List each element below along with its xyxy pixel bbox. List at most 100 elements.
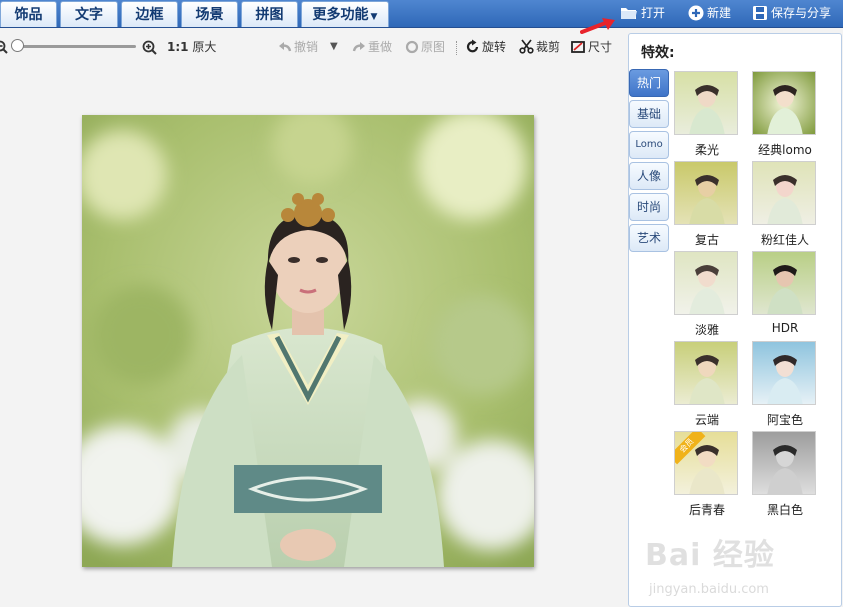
category-lomo[interactable]: Lomo (629, 131, 669, 159)
effect-label: 后青春 (688, 503, 725, 517)
new-button[interactable]: 新建 (688, 0, 731, 28)
effect-thumbnail (674, 161, 738, 225)
category-basic[interactable]: 基础 (629, 100, 669, 128)
panel-title: 特效: (641, 45, 675, 61)
effect-elegant[interactable]: 淡雅 (674, 251, 740, 338)
edit-toolbar: 1:1 原大 撤销 ▼ 重做 原图 旋转 裁剪 尺寸 (0, 33, 620, 61)
effect-black-white[interactable]: 黑白色 (752, 431, 818, 518)
effects-panel: 特效: 热门 基础 Lomo 人像 时尚 艺术 柔光 经典lomo 复古 粉红佳… (628, 33, 842, 607)
chevron-down-icon: ▼ (370, 12, 378, 22)
tab-decorations[interactable]: 饰品 (0, 1, 57, 27)
edited-photo[interactable] (82, 115, 534, 567)
resize-button[interactable]: 尺寸 (571, 33, 612, 61)
zoom-in-icon[interactable] (142, 40, 157, 55)
effect-label: 阿宝色 (766, 413, 803, 427)
rotate-label: 旋转 (482, 40, 507, 54)
zoom-slider-handle[interactable] (11, 39, 24, 52)
toolbar-divider (456, 41, 457, 55)
effect-thumbnail (674, 341, 738, 405)
effect-label: 云端 (694, 413, 719, 427)
effect-thumbnail (752, 251, 816, 315)
effect-label: 淡雅 (694, 323, 719, 337)
zoom-slider-track[interactable] (12, 45, 136, 48)
baidu-jingyan-watermark: Bai 经验 jingyan.baidu.com (645, 530, 835, 607)
category-art[interactable]: 艺术 (629, 224, 669, 252)
effect-soft-light[interactable]: 柔光 (674, 71, 740, 158)
tab-label: 饰品 (14, 7, 43, 23)
chevron-down-icon: ▼ (330, 41, 338, 52)
undo-label: 撤销 (294, 40, 319, 54)
new-label: 新建 (707, 6, 732, 20)
crop-button[interactable]: 裁剪 (519, 33, 560, 61)
category-label: 基础 (636, 107, 661, 121)
effect-thumbnail (674, 71, 738, 135)
effect-retro[interactable]: 复古 (674, 161, 740, 248)
original-size-button[interactable]: 1:1 原大 (167, 33, 216, 61)
category-label: 艺术 (636, 231, 661, 245)
rotate-icon (466, 39, 479, 53)
tab-label: 边框 (135, 7, 164, 23)
save-share-label: 保存与分享 (771, 6, 832, 20)
crop-label: 裁剪 (536, 40, 561, 54)
effect-thumbnail (752, 71, 816, 135)
original-label: 原图 (421, 40, 446, 54)
tab-collage[interactable]: 拼图 (241, 1, 298, 27)
plus-circle-icon (688, 5, 704, 21)
watermark-url: jingyan.baidu.com (649, 582, 769, 597)
redo-button[interactable]: 重做 (352, 33, 392, 61)
effect-thumbnail: 会员 (674, 431, 738, 495)
category-label: 人像 (636, 169, 661, 183)
effect-label: 柔光 (694, 143, 719, 157)
size-label: 尺寸 (588, 40, 613, 54)
effect-thumbnail (752, 161, 816, 225)
effect-thumbnail (752, 431, 816, 495)
original-size-label: 原大 (192, 40, 217, 54)
zoom-ratio: 1:1 (167, 40, 189, 54)
rotate-button[interactable]: 旋转 (465, 33, 506, 61)
redo-icon (352, 42, 365, 52)
effect-pink-beauty[interactable]: 粉红佳人 (752, 161, 818, 248)
category-label: 时尚 (636, 200, 661, 214)
undo-history-dropdown[interactable]: ▼ (330, 33, 338, 61)
tab-border[interactable]: 边框 (121, 1, 178, 27)
undo-icon (279, 42, 292, 52)
effect-hdr[interactable]: HDR (752, 251, 818, 335)
watermark-brand: Bai 经验 (645, 538, 775, 573)
effect-label: 经典lomo (758, 143, 812, 157)
tab-label: 文字 (75, 7, 103, 23)
open-label: 打开 (641, 6, 666, 20)
tab-text[interactable]: 文字 (60, 1, 118, 27)
red-arrow-annotation (580, 18, 615, 34)
resize-icon (571, 41, 585, 53)
undo-button[interactable]: 撤销 (278, 33, 318, 61)
photo-image (82, 115, 534, 567)
effect-label: 复古 (694, 233, 719, 247)
category-label: Lomo (635, 139, 663, 150)
circle-icon (405, 40, 419, 54)
effect-cloud[interactable]: 云端 (674, 341, 740, 428)
effect-label: HDR (771, 321, 799, 335)
redo-label: 重做 (368, 40, 393, 54)
save-share-button[interactable]: 保存与分享 (752, 0, 831, 28)
category-hot[interactable]: 热门 (629, 69, 669, 97)
top-menu-bar: 饰品 文字 边框 场景 拼图 更多功能 ▼ 打开 新建 保存与分享 (0, 0, 843, 28)
zoom-out-icon[interactable] (0, 40, 8, 54)
effect-youth[interactable]: 会员 后青春 (674, 431, 740, 518)
effect-label: 黑白色 (766, 503, 803, 517)
save-icon (753, 6, 767, 20)
scissors-icon (519, 39, 534, 54)
category-fashion[interactable]: 时尚 (629, 193, 669, 221)
effect-abao[interactable]: 阿宝色 (752, 341, 818, 428)
folder-icon (621, 8, 637, 19)
category-portrait[interactable]: 人像 (629, 162, 669, 190)
tab-scene[interactable]: 场景 (181, 1, 238, 27)
effect-thumbnail (752, 341, 816, 405)
effect-thumbnail (674, 251, 738, 315)
open-button[interactable]: 打开 (620, 0, 665, 28)
tab-label: 拼图 (255, 7, 284, 23)
effect-label: 粉红佳人 (760, 233, 809, 247)
original-image-button[interactable]: 原图 (405, 33, 445, 61)
tab-more-features[interactable]: 更多功能 ▼ (301, 1, 389, 27)
tab-label: 场景 (195, 7, 224, 23)
effect-classic-lomo[interactable]: 经典lomo (752, 71, 818, 158)
